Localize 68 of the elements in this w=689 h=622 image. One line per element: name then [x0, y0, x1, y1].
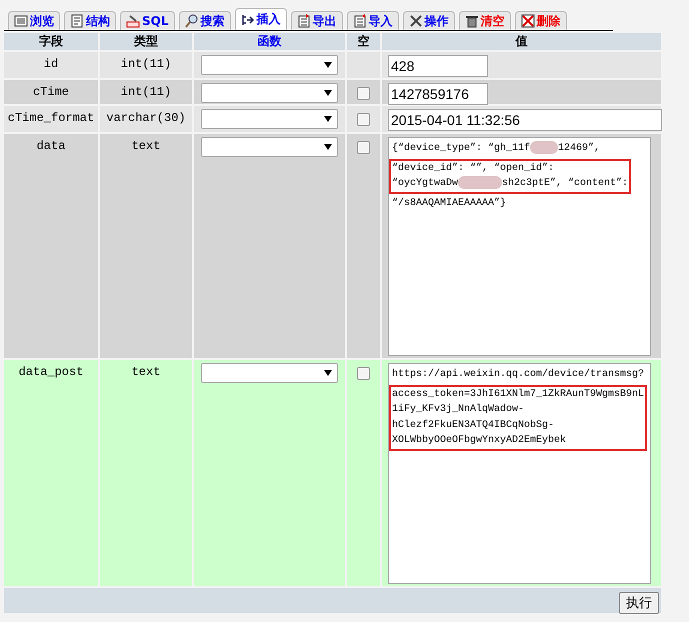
field-cell: cTime: [4, 80, 98, 104]
tab[interactable]: 结构: [64, 11, 116, 30]
type-cell: int(11): [100, 52, 192, 78]
function-select[interactable]: [201, 137, 338, 157]
type-cell: text: [100, 134, 192, 358]
textarea-text: sh2c3ptE”, “content”:: [502, 178, 628, 190]
type-cell: int(11): [100, 80, 192, 104]
tab[interactable]: 导出: [290, 11, 342, 30]
textarea-text: 12469”,: [558, 143, 600, 154]
textarea-text: 1iFy_KFv3j_NnAlqWadow-: [392, 404, 524, 415]
delete-icon: [520, 14, 534, 28]
field-cell: id: [4, 52, 98, 78]
null-checkbox[interactable]: [357, 87, 370, 100]
textarea-text: “/s8AAQAMIAEAAAAA”}: [392, 198, 506, 209]
blur-mark: [530, 141, 558, 154]
dropdown-arrow-icon: [324, 143, 332, 151]
null-checkbox[interactable]: [357, 141, 370, 154]
field-cell: cTime_format: [4, 106, 98, 132]
textarea-text: hClezf2FkuEN3ATQ4IBCqNobSg-: [392, 420, 554, 430]
function-select[interactable]: [201, 83, 338, 103]
dropdown-arrow-icon: [324, 369, 332, 377]
column-header: 值: [382, 33, 661, 50]
textarea-text: access_token=3JhI61XNlm7_1ZkRAunT9WgmsB9nL: [392, 388, 644, 400]
search-icon: [184, 14, 198, 28]
textarea-text: “oycYgtwaDw: [392, 178, 458, 190]
dropdown-arrow-icon: [324, 61, 332, 69]
table-icon: [14, 14, 28, 28]
tab[interactable]: 插入: [234, 8, 286, 30]
textarea-text: {“device_type”: “gh_11f: [392, 143, 530, 154]
tab[interactable]: 操作: [402, 11, 454, 30]
blur-mark: [458, 176, 502, 190]
textarea-text: XOLWbbyOOeOFbgwYnxyAD2EmEybek: [392, 435, 566, 446]
import-icon: [352, 14, 366, 28]
document-icon: [70, 14, 84, 28]
type-cell: text: [100, 360, 192, 586]
null-checkbox[interactable]: [357, 367, 370, 380]
column-header: 字段: [4, 33, 98, 50]
column-header: 类型: [100, 33, 192, 50]
type-cell: varchar(30): [100, 106, 192, 132]
tools-icon: [408, 14, 422, 28]
value-field[interactable]: 2015-04-01 11:32:56: [388, 109, 662, 131]
tab[interactable]: 搜索: [178, 11, 230, 30]
textarea-text: https://api.weixin.qq.com/device/transmsg?: [392, 369, 644, 380]
value-textarea[interactable]: https://api.weixin.qq.com/device/transmsg? access_token=3JhI61XNlm7_1ZkRAunT9WgmsB9nL 1iFy_KFv3j_NnAlqWadow- hClezf2FkuEN3ATQ4IBCqNobSg- XOLWbbyOOeOFbgwYnxyAD2EmEybek: [388, 363, 651, 584]
execute-button[interactable]: 执行: [619, 592, 659, 614]
textarea-text: “device_id”: “”, “open_id”:: [392, 162, 554, 174]
field-cell: data_post: [4, 360, 98, 586]
tab[interactable]: 清空: [458, 11, 510, 30]
tab[interactable]: SQL: [120, 11, 174, 30]
tab[interactable]: 删除: [514, 11, 566, 30]
field-cell: data: [4, 134, 98, 358]
function-select[interactable]: [201, 363, 338, 383]
sql-icon: [126, 14, 140, 28]
dropdown-arrow-icon: [324, 89, 332, 97]
function-select[interactable]: [201, 55, 338, 75]
value-field[interactable]: 428: [388, 55, 488, 77]
tab[interactable]: 导入: [346, 11, 398, 30]
trash-icon: [464, 14, 478, 28]
null-checkbox[interactable]: [357, 113, 370, 126]
insert-icon: [240, 12, 254, 26]
column-header: 空: [347, 33, 380, 50]
tab[interactable]: 浏览: [8, 11, 60, 30]
value-textarea[interactable]: {“device_type”: “gh_11f 12469”, “device_id”: “”, “open_id”: “oycYgtwaDw sh2c3ptE”, “content”: “/s8AAQAMIAEAAAAA”}: [388, 137, 651, 356]
dropdown-arrow-icon: [324, 115, 332, 123]
column-header-link[interactable]: 函数: [194, 33, 345, 50]
export-icon: [296, 14, 310, 28]
value-field[interactable]: 1427859176: [388, 83, 488, 105]
function-select[interactable]: [201, 109, 338, 129]
